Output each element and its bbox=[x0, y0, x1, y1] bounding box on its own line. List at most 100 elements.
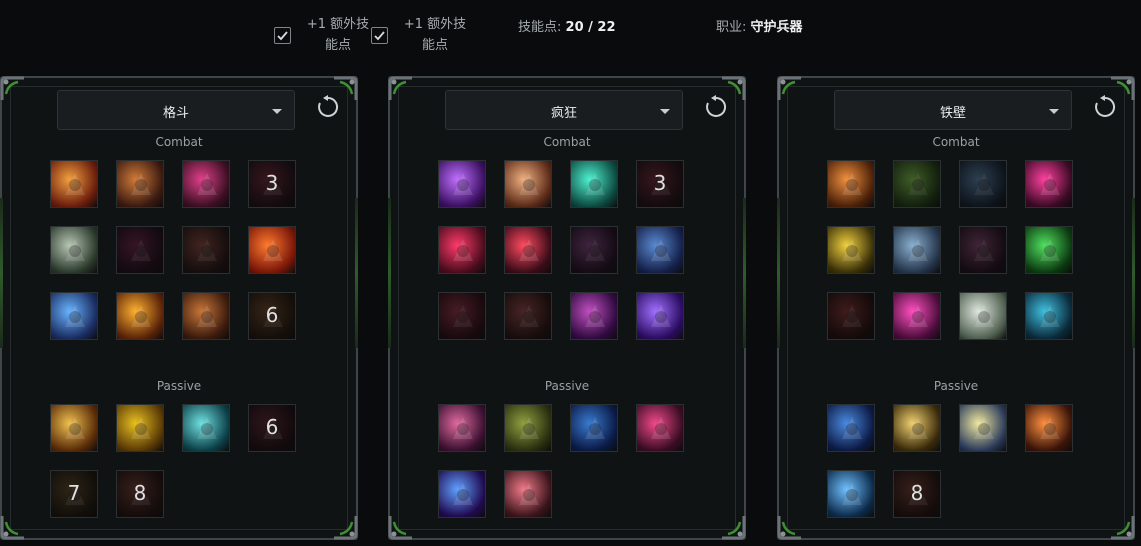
extra-point-label-1: +1 额外技能点 bbox=[306, 17, 370, 53]
skill-glyph bbox=[1040, 173, 1060, 195]
reset-spec-button[interactable] bbox=[1092, 94, 1118, 120]
corner-ornament-icon bbox=[388, 514, 414, 540]
skill-slot[interactable] bbox=[50, 404, 98, 452]
skill-slot[interactable] bbox=[893, 404, 941, 452]
skill-points-label: 技能点: bbox=[518, 20, 562, 35]
skill-slot[interactable] bbox=[438, 226, 486, 274]
locked-overlay bbox=[505, 293, 551, 339]
skill-slot[interactable] bbox=[827, 292, 875, 340]
skill-slot[interactable] bbox=[827, 470, 875, 518]
extra-point-option-1[interactable]: +1 额外技能点 bbox=[274, 14, 373, 56]
skill-slot[interactable]: 3 bbox=[636, 160, 684, 208]
skill-slot[interactable]: 8 bbox=[116, 470, 164, 518]
skill-slot[interactable] bbox=[1025, 226, 1073, 274]
skill-slot[interactable] bbox=[504, 226, 552, 274]
skill-slot[interactable] bbox=[182, 226, 230, 274]
spec-dropdown[interactable]: 铁壁 bbox=[834, 90, 1072, 130]
skill-slot[interactable] bbox=[116, 226, 164, 274]
skill-slot[interactable] bbox=[570, 226, 618, 274]
skill-slot[interactable] bbox=[116, 292, 164, 340]
spec-dropdown[interactable]: 格斗 bbox=[57, 90, 295, 130]
skill-slot[interactable] bbox=[438, 470, 486, 518]
section-label-combat: Combat bbox=[155, 135, 203, 149]
skill-slot[interactable] bbox=[959, 160, 1007, 208]
skill-slot[interactable] bbox=[182, 404, 230, 452]
skill-slot[interactable] bbox=[50, 292, 98, 340]
skill-glyph bbox=[585, 173, 605, 195]
locked-overlay bbox=[828, 293, 874, 339]
skill-slot[interactable] bbox=[570, 160, 618, 208]
skill-slot[interactable] bbox=[827, 226, 875, 274]
skill-glyph bbox=[842, 417, 862, 439]
skill-slot[interactable] bbox=[636, 404, 684, 452]
skill-slot[interactable] bbox=[182, 292, 230, 340]
skill-slot[interactable] bbox=[959, 292, 1007, 340]
skill-slot[interactable]: 6 bbox=[248, 404, 296, 452]
skill-slot[interactable]: 6 bbox=[248, 292, 296, 340]
skill-slot[interactable] bbox=[1025, 292, 1073, 340]
skill-glyph bbox=[519, 483, 539, 505]
spec-dropdown[interactable]: 疯狂 bbox=[445, 90, 683, 130]
skill-slot[interactable] bbox=[570, 404, 618, 452]
corner-ornament-icon bbox=[777, 514, 803, 540]
skill-glyph bbox=[519, 417, 539, 439]
skill-slot[interactable] bbox=[1025, 404, 1073, 452]
checkbox-extra-point-1[interactable] bbox=[274, 27, 291, 44]
spec-panel-1: 格斗 Combat Passive 3 6 6 7 8 bbox=[0, 76, 358, 540]
extra-point-label-2: +1 额外技能点 bbox=[403, 17, 467, 53]
skill-slot[interactable] bbox=[438, 160, 486, 208]
skill-slot[interactable] bbox=[504, 292, 552, 340]
skill-glyph bbox=[908, 417, 928, 439]
skill-slot[interactable] bbox=[893, 226, 941, 274]
skill-slot[interactable] bbox=[827, 404, 875, 452]
skill-slot[interactable]: 7 bbox=[50, 470, 98, 518]
skill-glyph bbox=[651, 417, 671, 439]
vine-ornament bbox=[777, 198, 780, 348]
skill-slot[interactable]: 8 bbox=[893, 470, 941, 518]
skill-slot[interactable] bbox=[959, 404, 1007, 452]
skill-glyph bbox=[1040, 239, 1060, 261]
reset-spec-button[interactable] bbox=[315, 94, 341, 120]
unlock-level: 3 bbox=[653, 171, 667, 195]
corner-ornament-icon bbox=[332, 514, 358, 540]
skill-slot[interactable] bbox=[959, 226, 1007, 274]
corner-ornament-icon bbox=[777, 76, 803, 102]
skill-slot[interactable] bbox=[182, 160, 230, 208]
skill-slot[interactable] bbox=[438, 292, 486, 340]
skill-glyph bbox=[197, 417, 217, 439]
skill-slot[interactable] bbox=[570, 292, 618, 340]
skill-glyph bbox=[65, 239, 85, 261]
unlock-level: 6 bbox=[265, 303, 279, 327]
skill-glyph bbox=[651, 305, 671, 327]
skill-slot[interactable] bbox=[50, 226, 98, 274]
extra-point-option-2[interactable]: +1 额外技能点 bbox=[371, 14, 470, 56]
skill-slot[interactable] bbox=[504, 160, 552, 208]
skill-slot[interactable]: 3 bbox=[248, 160, 296, 208]
checkbox-extra-point-2[interactable] bbox=[371, 27, 388, 44]
skill-glyph bbox=[453, 483, 473, 505]
section-label-passive: Passive bbox=[544, 379, 590, 393]
reset-spec-button[interactable] bbox=[703, 94, 729, 120]
section-label-combat: Combat bbox=[543, 135, 591, 149]
skill-slot[interactable] bbox=[116, 160, 164, 208]
skill-glyph bbox=[65, 173, 85, 195]
skill-slot[interactable] bbox=[504, 470, 552, 518]
skill-slot[interactable] bbox=[504, 404, 552, 452]
skill-slot[interactable] bbox=[893, 160, 941, 208]
skill-glyph bbox=[651, 239, 671, 261]
skill-glyph bbox=[197, 173, 217, 195]
skill-slot[interactable] bbox=[116, 404, 164, 452]
skill-slot[interactable] bbox=[827, 160, 875, 208]
vine-ornament bbox=[1132, 198, 1135, 348]
skill-slot[interactable] bbox=[636, 226, 684, 274]
skill-slot[interactable] bbox=[893, 292, 941, 340]
skill-slot[interactable] bbox=[248, 226, 296, 274]
locked-overlay bbox=[960, 227, 1006, 273]
spec-panel-3: 铁壁 Combat Passive 8 bbox=[777, 76, 1135, 540]
spec-dropdown-value: 疯狂 bbox=[550, 106, 577, 121]
skill-slot[interactable] bbox=[636, 292, 684, 340]
skill-slot[interactable] bbox=[1025, 160, 1073, 208]
section-label-passive: Passive bbox=[156, 379, 202, 393]
skill-slot[interactable] bbox=[438, 404, 486, 452]
skill-slot[interactable] bbox=[50, 160, 98, 208]
